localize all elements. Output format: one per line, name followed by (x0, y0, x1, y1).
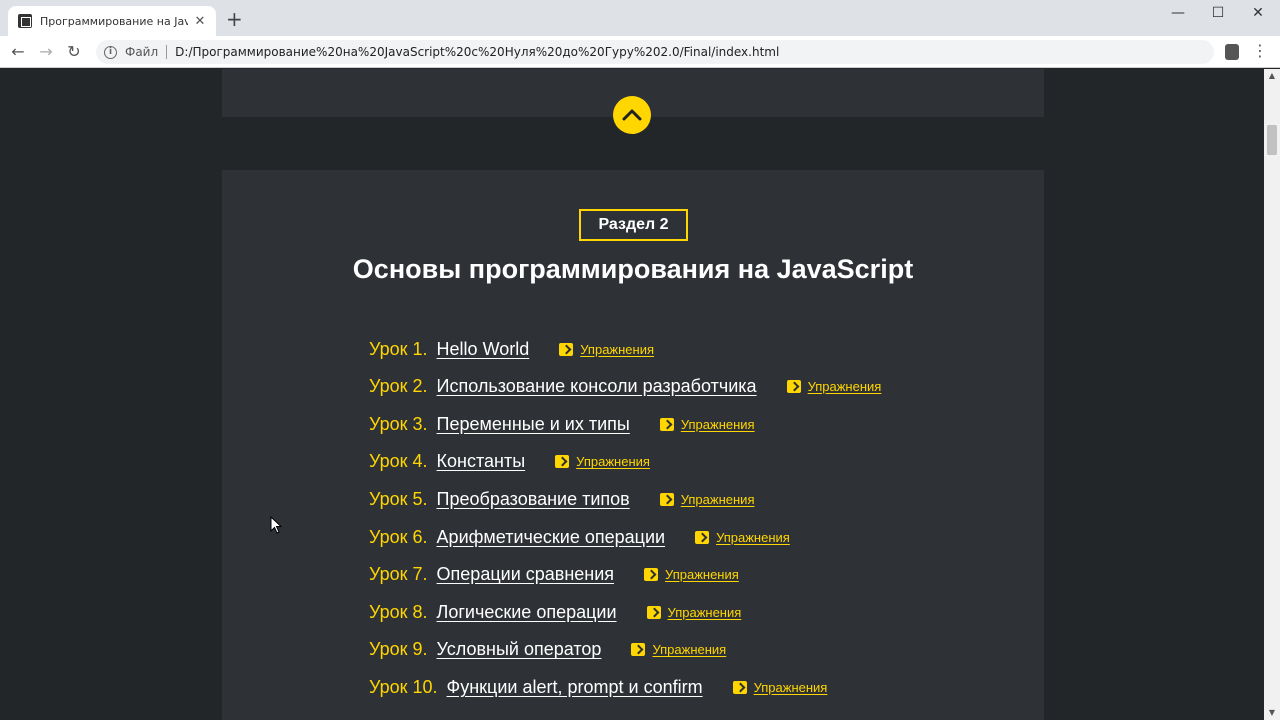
back-button[interactable]: ← (7, 41, 29, 63)
lesson-item: Урок 7. Операции сравнения Упражнения (369, 560, 739, 590)
lesson-item: Урок 6. Арифметические операции Упражнения (369, 522, 790, 552)
lesson-link[interactable]: Использование консоли разработчика (437, 376, 757, 397)
scroll-down-arrow-icon[interactable]: ▼ (1264, 706, 1280, 720)
browser-tabstrip: Программирование на JavaScript ✕ + — ☐ ✕ (0, 0, 1280, 36)
address-bar[interactable]: i Файл D:/Программирование%20на%20JavaSc… (96, 40, 1214, 64)
reload-button[interactable]: ↻ (63, 41, 85, 63)
lesson-link[interactable]: Переменные и их типы (437, 414, 630, 435)
page-viewport: Раздел 2 Основы программирования на Java… (0, 69, 1264, 720)
scheme-label: Файл (125, 45, 159, 59)
exercise-link-group[interactable]: Упражнения (644, 567, 739, 582)
lesson-item: Урок 2. Использование консоли разработчик… (369, 372, 881, 402)
exercise-link-group[interactable]: Упражнения (695, 530, 790, 545)
exercise-link-group[interactable]: Упражнения (732, 680, 828, 695)
lesson-number: Урок 9. (369, 639, 428, 660)
lesson-link[interactable]: Hello World (437, 339, 530, 360)
lesson-link[interactable]: Операции сравнения (437, 564, 614, 585)
lesson-number: Урок 4. (369, 451, 428, 472)
section-title: Основы программирования на JavaScript (352, 254, 914, 284)
lesson-number: Урок 5. (369, 488, 428, 509)
notepad-icon (646, 605, 661, 619)
exercise-link-group[interactable]: Упражнения (786, 379, 882, 394)
browser-toolbar: ← → ↻ i Файл D:/Программирование%20на%20… (0, 36, 1280, 68)
lesson-number: Урок 3. (369, 413, 428, 434)
notepad-icon (659, 492, 674, 506)
exercise-link[interactable]: Упражнения (576, 454, 650, 469)
exercise-link[interactable]: Упражнения (681, 492, 755, 507)
scroll-up-button[interactable] (613, 96, 651, 134)
lesson-link[interactable]: Логические операции (437, 602, 617, 623)
vertical-scrollbar[interactable]: ▲ ▼ (1264, 69, 1280, 720)
exercise-link-group[interactable]: Упражнения (659, 417, 755, 432)
lesson-item: Урок 3. Переменные и их типы Упражнения (369, 409, 755, 439)
lesson-link[interactable]: Функции alert, prompt и confirm (447, 677, 703, 698)
lesson-item: Урок 4. Константы Упражнения (369, 447, 650, 477)
site-favicon-icon (18, 14, 32, 28)
close-window-button[interactable]: ✕ (1238, 2, 1278, 26)
exercise-link-group[interactable]: Упражнения (555, 454, 650, 469)
notepad-icon (732, 680, 747, 694)
section-badge: Раздел 2 (579, 209, 688, 241)
lesson-item: Урок 10. Функции alert, prompt и confirm У… (369, 672, 827, 702)
exercise-link[interactable]: Упражнения (580, 342, 654, 357)
notepad-icon (659, 417, 674, 431)
menu-icon[interactable]: ⋮ (1252, 41, 1268, 63)
lesson-number: Урок 1. (369, 338, 428, 359)
exercise-link-group[interactable]: Упражнения (646, 605, 742, 620)
tab-close-icon[interactable]: ✕ (192, 14, 208, 29)
notepad-icon (555, 455, 570, 469)
lesson-number: Урок 6. (369, 526, 428, 547)
lesson-link[interactable]: Арифметические операции (437, 527, 666, 548)
chevron-up-icon (622, 109, 642, 121)
notepad-icon (631, 643, 646, 657)
profile-icon[interactable] (1225, 44, 1239, 60)
browser-tab[interactable]: Программирование на JavaScript ✕ (8, 6, 216, 36)
scrollbar-thumb[interactable] (1267, 125, 1277, 155)
lesson-item: Урок 9. Условный оператор Упражнения (369, 635, 726, 665)
lesson-number: Урок 10. (369, 676, 438, 697)
info-icon[interactable]: i (104, 45, 117, 59)
exercise-link[interactable]: Упражнения (681, 417, 755, 432)
lesson-item: Урок 1. Hello World Упражнения (369, 334, 654, 364)
exercise-link[interactable]: Упражнения (754, 680, 828, 695)
minimize-button[interactable]: — (1158, 2, 1198, 26)
scroll-up-arrow-icon[interactable]: ▲ (1264, 69, 1280, 83)
exercise-link[interactable]: Упражнения (668, 605, 742, 620)
lesson-number: Урок 7. (369, 564, 428, 585)
exercise-link[interactable]: Упражнения (652, 642, 726, 657)
new-tab-button[interactable]: + (226, 9, 243, 29)
lesson-link[interactable]: Преобразование типов (437, 489, 630, 510)
exercise-link[interactable]: Упражнения (808, 379, 882, 394)
exercise-link[interactable]: Упражнения (716, 530, 790, 545)
exercise-link[interactable]: Упражнения (665, 567, 739, 582)
exercise-link-group[interactable]: Упражнения (659, 492, 755, 507)
lesson-number: Урок 8. (369, 601, 428, 622)
lesson-number: Урок 2. (369, 376, 428, 397)
exercise-link-group[interactable]: Упражнения (559, 342, 654, 357)
tab-title: Программирование на JavaScript (40, 14, 188, 28)
lesson-link[interactable]: Константы (437, 451, 526, 472)
maximize-button[interactable]: ☐ (1198, 2, 1238, 26)
notepad-icon (786, 380, 801, 394)
notepad-icon (695, 530, 710, 544)
forward-button[interactable]: → (35, 41, 57, 63)
url-text[interactable]: D:/Программирование%20на%20JavaScript%20… (175, 45, 779, 59)
lesson-link[interactable]: Условный оператор (437, 639, 602, 660)
address-separator (166, 45, 168, 59)
notepad-icon (559, 342, 574, 356)
lesson-item: Урок 5. Преобразование типов Упражнения (369, 484, 754, 514)
mouse-cursor-icon (270, 516, 282, 534)
exercise-link-group[interactable]: Упражнения (631, 642, 726, 657)
notepad-icon (644, 568, 659, 582)
section-card: Раздел 2 Основы программирования на Java… (222, 170, 1044, 720)
lesson-item: Урок 8. Логические операции Упражнения (369, 597, 741, 627)
